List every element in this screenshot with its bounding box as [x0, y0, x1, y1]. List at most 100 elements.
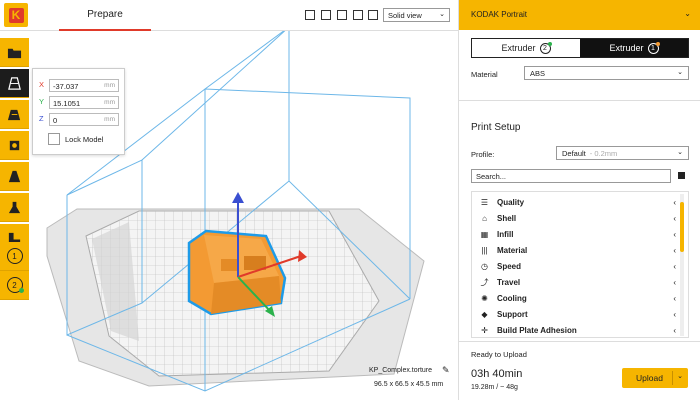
- profile-label: Profile:: [471, 150, 495, 159]
- setting-support[interactable]: ◆ Support ‹: [472, 306, 688, 322]
- chevron-left-icon: ‹: [673, 245, 676, 255]
- print-time: 03h 40min: [471, 368, 523, 380]
- printer-selector[interactable]: KODAK Portrait ⌄: [459, 0, 700, 30]
- extruder-2-badge: 2: [539, 41, 552, 54]
- setting-label: Quality: [497, 197, 525, 207]
- view-top-icon[interactable]: [337, 10, 347, 20]
- coordinate-panel: X -37.037 mm Y 15.1051 mm Z 0 mm Lock Mo…: [32, 68, 125, 155]
- mirror-tool-button[interactable]: [0, 162, 29, 191]
- settings-search-input[interactable]: Search...: [471, 169, 671, 183]
- settings-menu-icon[interactable]: [678, 172, 685, 179]
- setting-build-plate-adhesion[interactable]: ✛ Build Plate Adhesion ‹: [472, 322, 688, 337]
- extruder-1-label: Extruder: [609, 43, 644, 53]
- setting-shell[interactable]: ⌂ Shell ‹: [472, 210, 688, 226]
- chevron-left-icon: ‹: [673, 277, 676, 287]
- setting-label: Infill: [497, 229, 514, 239]
- y-unit: mm: [104, 99, 115, 106]
- tab-extruder-1[interactable]: Extruder 1: [580, 39, 688, 57]
- rotate-tool-button[interactable]: [0, 131, 29, 160]
- setting-speed[interactable]: ◷ Speed ‹: [472, 258, 688, 274]
- view-left-icon[interactable]: [353, 10, 363, 20]
- x-axis-label: X: [39, 80, 45, 89]
- z-row: Z 0 mm: [39, 113, 121, 126]
- y-field[interactable]: 15.1051 mm: [49, 96, 119, 109]
- scale-tool-button[interactable]: [0, 100, 29, 129]
- chevron-left-icon: ‹: [673, 229, 676, 239]
- scrollbar-thumb[interactable]: [680, 202, 684, 252]
- setting-label: Material: [497, 245, 528, 255]
- extruder-2-button[interactable]: 2: [0, 271, 29, 300]
- chevron-down-icon: ⌄: [684, 9, 691, 18]
- extruder-2-icon: 2: [6, 277, 24, 293]
- extruder-1-number: 1: [12, 251, 17, 261]
- kodak-logo: K: [4, 3, 28, 27]
- view-3d-icon[interactable]: [305, 10, 315, 20]
- setting-cooling[interactable]: ✺ Cooling ‹: [472, 290, 688, 306]
- lock-model-label: Lock Model: [65, 135, 104, 144]
- setting-label: Travel: [497, 277, 521, 287]
- button-divider: [672, 371, 673, 385]
- z-value: 0: [53, 116, 58, 125]
- setting-label: Cooling: [497, 293, 527, 303]
- view-mode-select[interactable]: Solid view ⌄: [383, 8, 450, 22]
- setting-infill[interactable]: ▦ Infill ‹: [472, 226, 688, 242]
- setting-label: Speed: [497, 261, 522, 271]
- profile-layer-height: - 0.2mm: [589, 149, 618, 158]
- scale-icon: [7, 109, 21, 120]
- print-settings-panel: KODAK Portrait ⌄ Extruder 2 Extruder 1 M…: [458, 0, 700, 400]
- extruder-2-num: 2: [543, 44, 547, 52]
- open-file-button[interactable]: [0, 38, 29, 67]
- x-row: X -37.037 mm: [39, 79, 121, 92]
- move-tool-button[interactable]: [0, 69, 29, 98]
- view-mode-value: Solid view: [388, 11, 422, 20]
- profile-value: Default: [562, 149, 586, 158]
- material-select[interactable]: ABS ⌄: [524, 66, 689, 80]
- chevron-down-icon: ⌄: [677, 69, 683, 76]
- extruder-1-num: 1: [651, 44, 655, 52]
- chevron-down-icon: ⌄: [439, 11, 445, 18]
- mirror-icon: [8, 170, 21, 182]
- extruder-1-button[interactable]: 1: [0, 242, 29, 271]
- material-usage: 19.28m / ~ 48g: [471, 384, 518, 391]
- chevron-down-icon[interactable]: ⌄: [677, 372, 683, 380]
- view-right-icon[interactable]: [368, 10, 378, 20]
- per-model-settings-button[interactable]: [0, 193, 29, 222]
- extruder-1-icon: 1: [6, 248, 23, 264]
- extruder-2-label: Extruder: [501, 43, 536, 53]
- settings-category-list: ☰ Quality ‹ ⌂ Shell ‹ ▦ Infill ‹ ||| Mat…: [471, 191, 689, 338]
- setting-quality[interactable]: ☰ Quality ‹: [472, 194, 688, 210]
- view-front-icon[interactable]: [321, 10, 331, 20]
- lock-model-checkbox[interactable]: [48, 133, 60, 145]
- x-unit: mm: [104, 82, 115, 89]
- tab-prepare[interactable]: Prepare: [59, 0, 151, 31]
- x-field[interactable]: -37.037 mm: [49, 79, 119, 92]
- travel-icon: ⤴: [480, 277, 489, 287]
- divider: [459, 100, 700, 101]
- move-icon: [8, 76, 21, 90]
- divider: [459, 341, 700, 342]
- setting-material[interactable]: ||| Material ‹: [472, 242, 688, 258]
- cooling-icon: ✺: [481, 293, 488, 303]
- tab-extruder-2[interactable]: Extruder 2: [472, 39, 580, 57]
- edit-pencil-icon[interactable]: ✎: [442, 365, 450, 376]
- y-value: 15.1051: [53, 99, 81, 108]
- z-unit: mm: [104, 116, 115, 123]
- setting-travel[interactable]: ⤴ Travel ‹: [472, 274, 688, 290]
- per-model-settings-icon: [8, 201, 21, 213]
- status-dot: [18, 288, 24, 293]
- material-value: ABS: [530, 69, 546, 78]
- chevron-left-icon: ‹: [673, 309, 676, 319]
- infill-icon: ▦: [480, 229, 489, 239]
- top-bar: K Prepare Solid view ⌄: [0, 0, 458, 31]
- z-axis-label: Z: [39, 114, 44, 123]
- adhesion-icon: ✛: [481, 325, 488, 335]
- ready-status: Ready to Upload: [471, 350, 527, 359]
- setting-label: Shell: [497, 213, 517, 223]
- shell-icon: ⌂: [482, 213, 487, 223]
- chevron-left-icon: ‹: [673, 197, 676, 207]
- extruder-tabs: Extruder 2 Extruder 1: [471, 38, 689, 58]
- z-field[interactable]: 0 mm: [49, 113, 119, 126]
- speed-icon: ◷: [481, 261, 488, 271]
- profile-select[interactable]: Default - 0.2mm ⌄: [556, 146, 689, 160]
- upload-button[interactable]: Upload ⌄: [622, 368, 688, 388]
